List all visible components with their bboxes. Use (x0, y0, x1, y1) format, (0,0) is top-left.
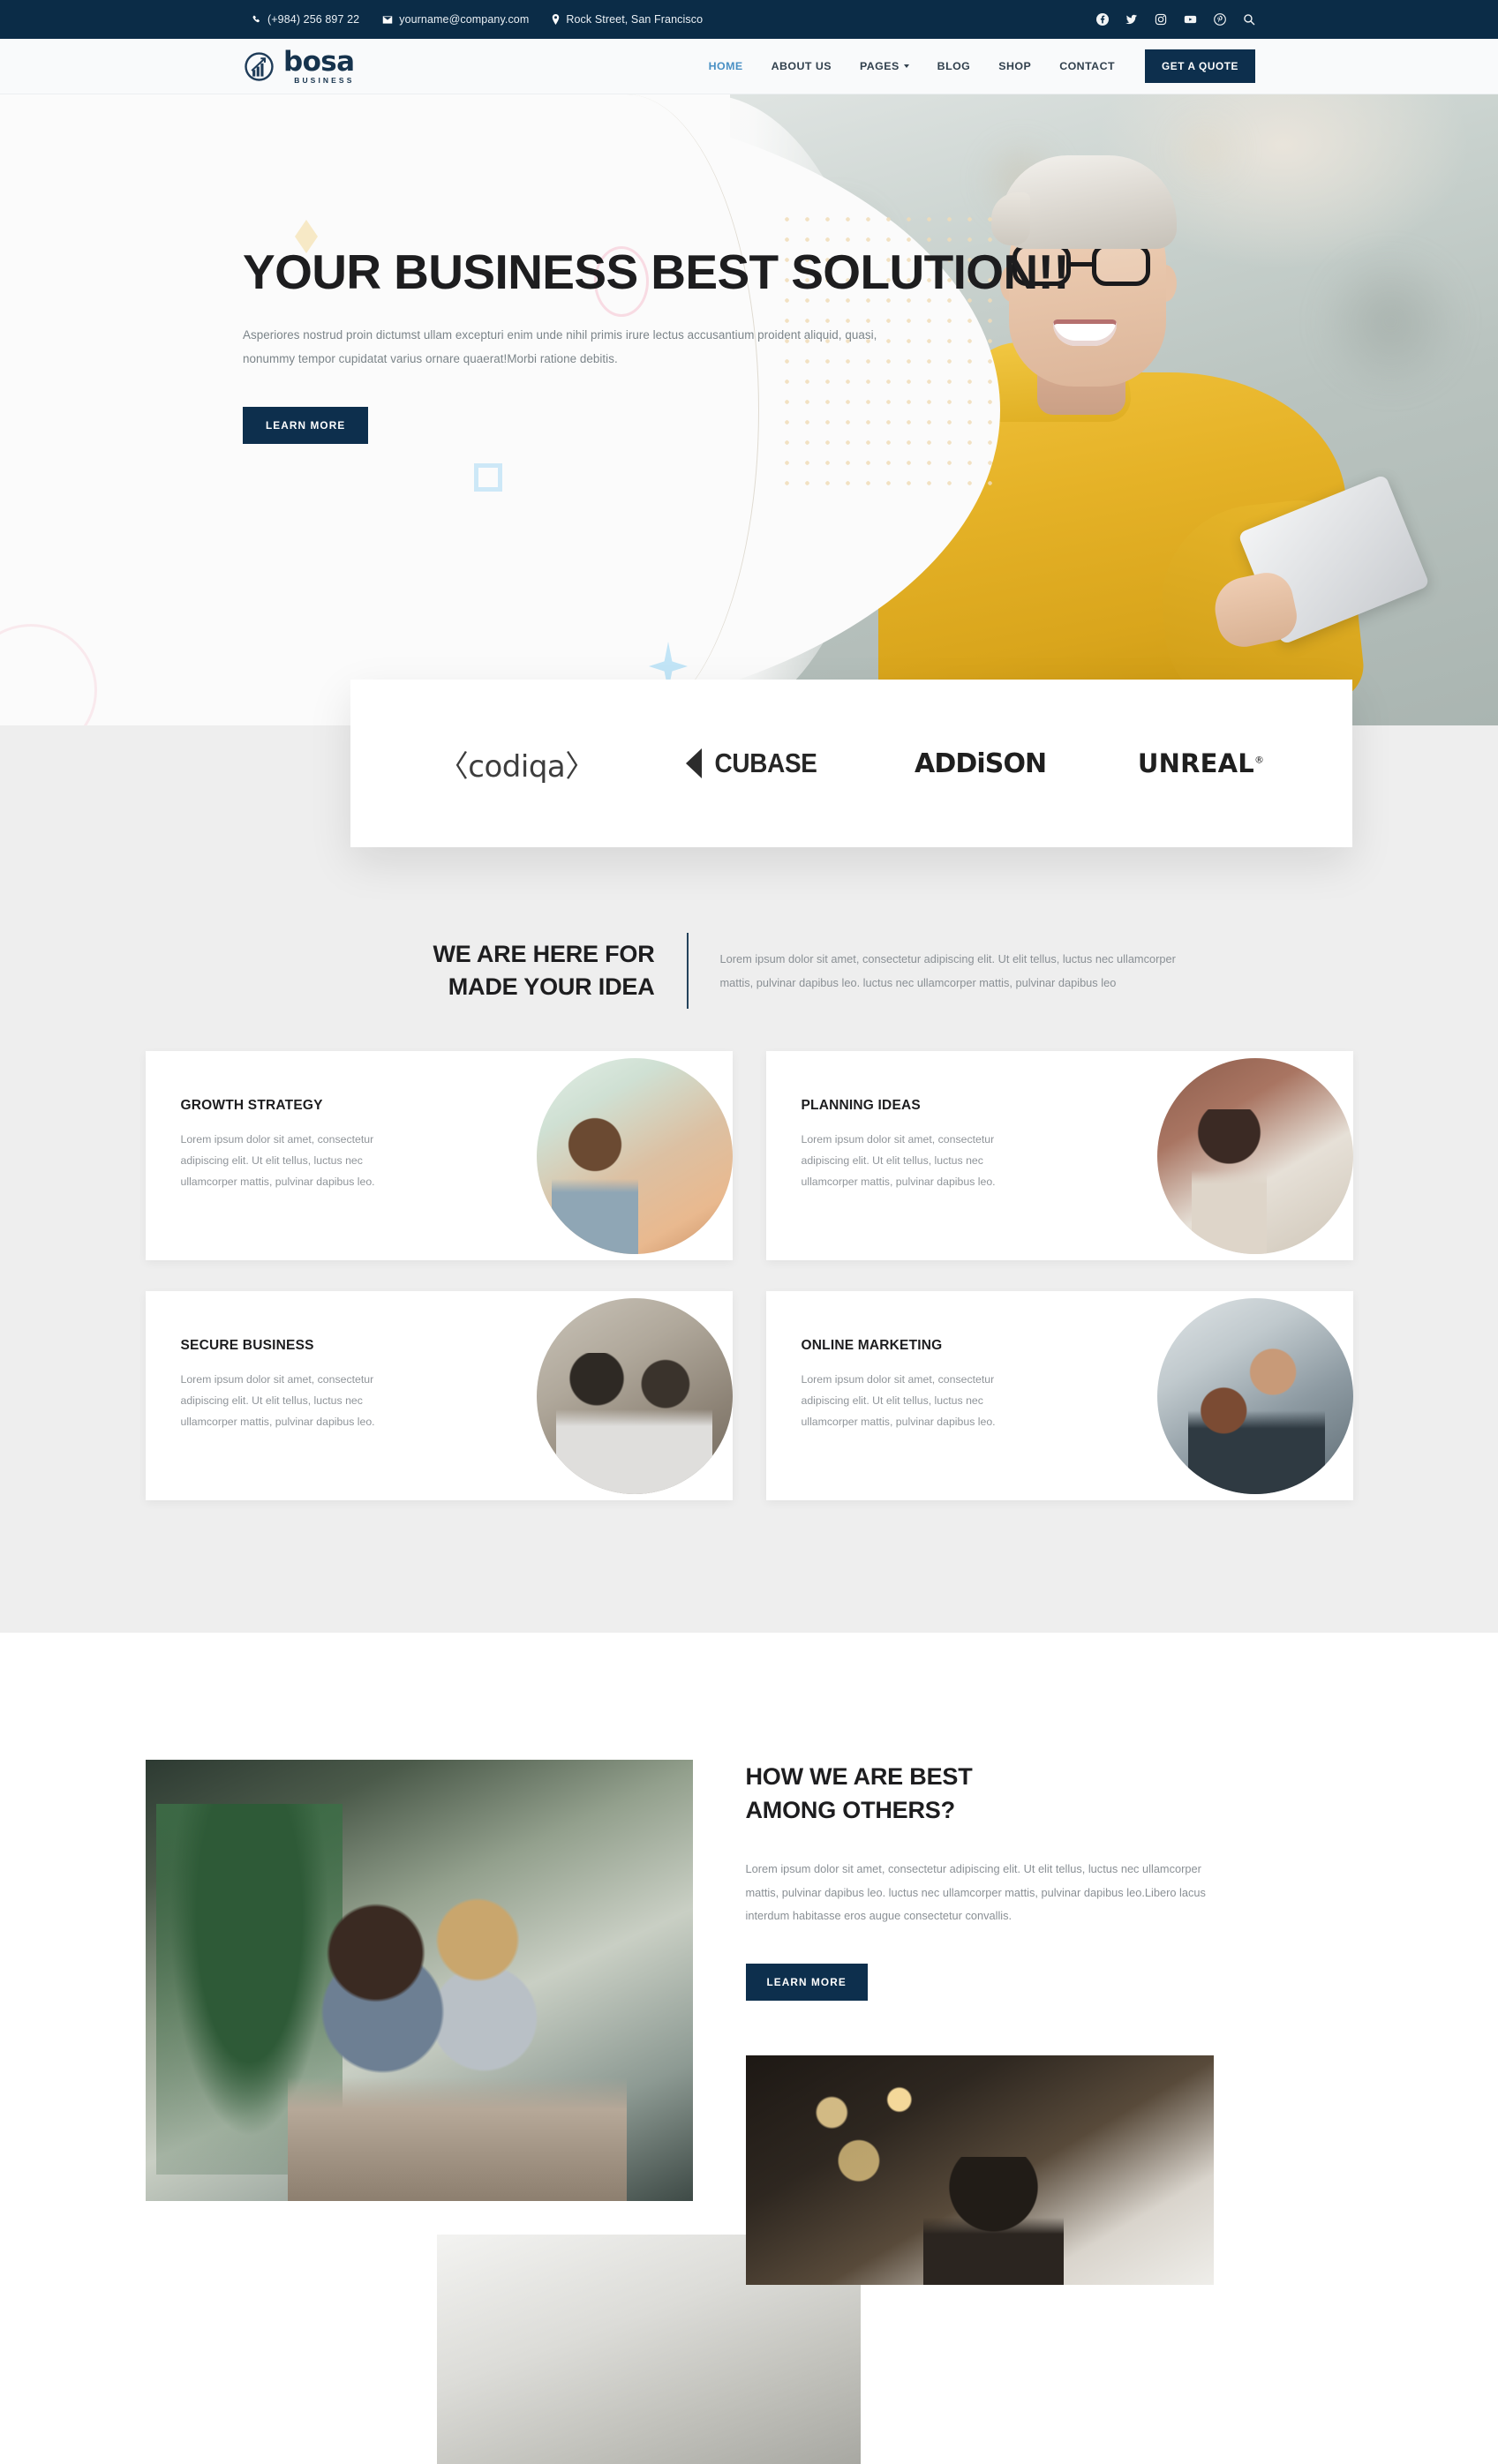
nav-item-pages[interactable]: PAGES (846, 60, 923, 72)
phone-icon (252, 15, 261, 25)
hero-learn-more-button[interactable]: LEARN MORE (243, 406, 369, 444)
hero-content: YOUR BUSINESS BEST SOLUTION!! Asperiores… (146, 94, 1070, 444)
services-heading-block: WE ARE HERE FOR MADE YOUR IDEA Lorem ips… (146, 933, 1353, 1009)
nav-label-about-us: ABOUT US (771, 60, 832, 72)
addison-logo-text: ADDiSON (915, 747, 1047, 779)
nav-item-contact[interactable]: CONTACT (1045, 60, 1129, 72)
pinterest-icon[interactable] (1214, 13, 1226, 26)
main-navigation: HOME ABOUT US PAGES BLOG SHOP CONTACT GE… (695, 49, 1255, 83)
nav-label-blog: BLOG (937, 60, 971, 72)
services-heading-line2: MADE YOUR IDEA (448, 973, 655, 1000)
card-text: Lorem ipsum dolor sit amet, consectetur … (180, 1373, 375, 1428)
card-body: GROWTH STRATEGY Lorem ipsum dolor sit am… (146, 1051, 415, 1260)
card-title: PLANNING IDEAS (801, 1098, 921, 1113)
best-media-column (145, 1728, 861, 2464)
card-text: Lorem ipsum dolor sit amet, consectetur … (801, 1133, 996, 1188)
card-body: ONLINE MARKETING Lorem ipsum dolor sit a… (766, 1291, 1035, 1500)
twitter-icon[interactable] (1125, 13, 1138, 26)
hero-subtitle: Asperiores nostrud proin dictumst ullam … (243, 328, 877, 366)
nav-label-pages: PAGES (859, 60, 900, 72)
location-pin-icon (552, 14, 560, 25)
address-text: Rock Street, San Francisco (566, 13, 704, 26)
envelope-icon (382, 15, 393, 25)
card-text: Lorem ipsum dolor sit amet, consectetur … (180, 1133, 375, 1188)
card-body: PLANNING IDEAS Lorem ipsum dolor sit ame… (766, 1051, 1035, 1260)
nav-item-about-us[interactable]: ABOUT US (757, 60, 846, 72)
top-contact-group: (+984) 256 897 22 yourname@company.com R… (252, 13, 703, 26)
phone-number: (+984) 256 897 22 (267, 13, 360, 26)
nav-label-shop: SHOP (998, 60, 1032, 72)
heading-divider (686, 933, 689, 1009)
service-card-growth-strategy[interactable]: GROWTH STRATEGY Lorem ipsum dolor sit am… (145, 1051, 733, 1260)
team-meeting-photo (1156, 1058, 1353, 1254)
codiqa-logo-text: 〈codiqa〉 (438, 748, 595, 785)
best-content: HOW WE ARE BEST AMONG OTHERS? Lorem ipsu… (145, 1728, 1353, 2464)
services-description: Lorem ipsum dolor sit amet, consectetur … (719, 951, 1176, 990)
services-cards-grid: GROWTH STRATEGY Lorem ipsum dolor sit am… (145, 1051, 1353, 1500)
services-content: WE ARE HERE FOR MADE YOUR IDEA Lorem ips… (145, 933, 1353, 1500)
nav-item-blog[interactable]: BLOG (923, 60, 985, 72)
search-icon[interactable] (1243, 13, 1255, 26)
chevron-down-icon (903, 64, 909, 68)
services-heading: WE ARE HERE FOR MADE YOUR IDEA (320, 938, 655, 1004)
man-in-restaurant-photo (745, 2055, 1214, 2286)
email-address: yourname@company.com (399, 13, 530, 26)
hero-section: YOUR BUSINESS BEST SOLUTION!! Asperiores… (0, 94, 1498, 725)
get-a-quote-button[interactable]: GET A QUOTE (1145, 49, 1255, 83)
social-links (1096, 13, 1255, 26)
about-best-section: HOW WE ARE BEST AMONG OTHERS? Lorem ipsu… (0, 1633, 1498, 2464)
bosa-chart-logo-icon (243, 50, 275, 83)
brand-logo[interactable]: bosa BUSINESS (243, 45, 355, 85)
client-logo-codiqa[interactable]: 〈codiqa〉 (439, 742, 595, 785)
card-title: ONLINE MARKETING (801, 1338, 943, 1353)
facebook-icon[interactable] (1096, 13, 1109, 26)
best-title-line1: HOW WE ARE BEST (745, 1763, 973, 1790)
card-body: SECURE BUSINESS Lorem ipsum dolor sit am… (146, 1291, 415, 1500)
nav-label-home: HOME (708, 60, 743, 72)
hero-title: YOUR BUSINESS BEST SOLUTION!! (243, 244, 1070, 299)
decor-pink-ring-large-icon (0, 624, 97, 725)
client-logos-strip: 〈codiqa〉 CUBASE ADDiSON UNREAL® (350, 680, 1352, 847)
cubase-mark-icon (686, 748, 703, 778)
couple-laughing-photo (536, 1058, 733, 1254)
service-card-secure-business[interactable]: SECURE BUSINESS Lorem ipsum dolor sit am… (145, 1291, 733, 1500)
group-handshake-photo (536, 1298, 733, 1494)
brand-name: bosa (283, 45, 355, 78)
services-section: 〈codiqa〉 CUBASE ADDiSON UNREAL® WE ARE H… (0, 680, 1498, 1633)
service-card-planning-ideas[interactable]: PLANNING IDEAS Lorem ipsum dolor sit ame… (765, 1051, 1353, 1260)
best-description: Lorem ipsum dolor sit amet, consectetur … (745, 1861, 1206, 1923)
best-learn-more-button[interactable]: LEARN MORE (745, 1964, 868, 2002)
brand-text: bosa BUSINESS (283, 45, 355, 85)
card-media (1146, 1291, 1353, 1500)
site-header: bosa BUSINESS HOME ABOUT US PAGES BLOG S… (0, 39, 1498, 94)
instagram-icon[interactable] (1155, 13, 1167, 26)
unreal-logo-text: UNREAL® (1137, 748, 1265, 778)
office-discussion-photo (1156, 1298, 1353, 1494)
address-contact[interactable]: Rock Street, San Francisco (552, 13, 703, 26)
best-title-line2: AMONG OTHERS? (745, 1797, 956, 1824)
cubase-logo-text: CUBASE (714, 747, 817, 778)
best-title: HOW WE ARE BEST AMONG OTHERS? (746, 1760, 1214, 1828)
nav-item-shop[interactable]: SHOP (984, 60, 1045, 72)
brand-tagline: BUSINESS (294, 75, 355, 85)
card-media (525, 1291, 733, 1500)
email-contact[interactable]: yourname@company.com (382, 13, 529, 26)
service-card-online-marketing[interactable]: ONLINE MARKETING Lorem ipsum dolor sit a… (765, 1291, 1353, 1500)
card-title: GROWTH STRATEGY (180, 1098, 323, 1113)
card-title: SECURE BUSINESS (180, 1338, 314, 1353)
card-media (525, 1051, 733, 1260)
nav-label-contact: CONTACT (1059, 60, 1115, 72)
top-contact-bar: (+984) 256 897 22 yourname@company.com R… (0, 0, 1498, 39)
client-logo-unreal[interactable]: UNREAL® (1138, 748, 1264, 778)
phone-contact[interactable]: (+984) 256 897 22 (252, 13, 359, 26)
client-logo-cubase[interactable]: CUBASE (686, 747, 823, 779)
nav-item-home[interactable]: HOME (695, 60, 757, 72)
youtube-icon[interactable] (1184, 13, 1197, 26)
landing-page: (+984) 256 897 22 yourname@company.com R… (0, 0, 1498, 2464)
card-text: Lorem ipsum dolor sit amet, consectetur … (801, 1373, 996, 1428)
couple-at-laptop-photo (145, 1760, 693, 2201)
client-logo-addison[interactable]: ADDiSON (915, 747, 1047, 779)
card-media (1146, 1051, 1353, 1260)
services-heading-line1: WE ARE HERE FOR (433, 940, 655, 967)
